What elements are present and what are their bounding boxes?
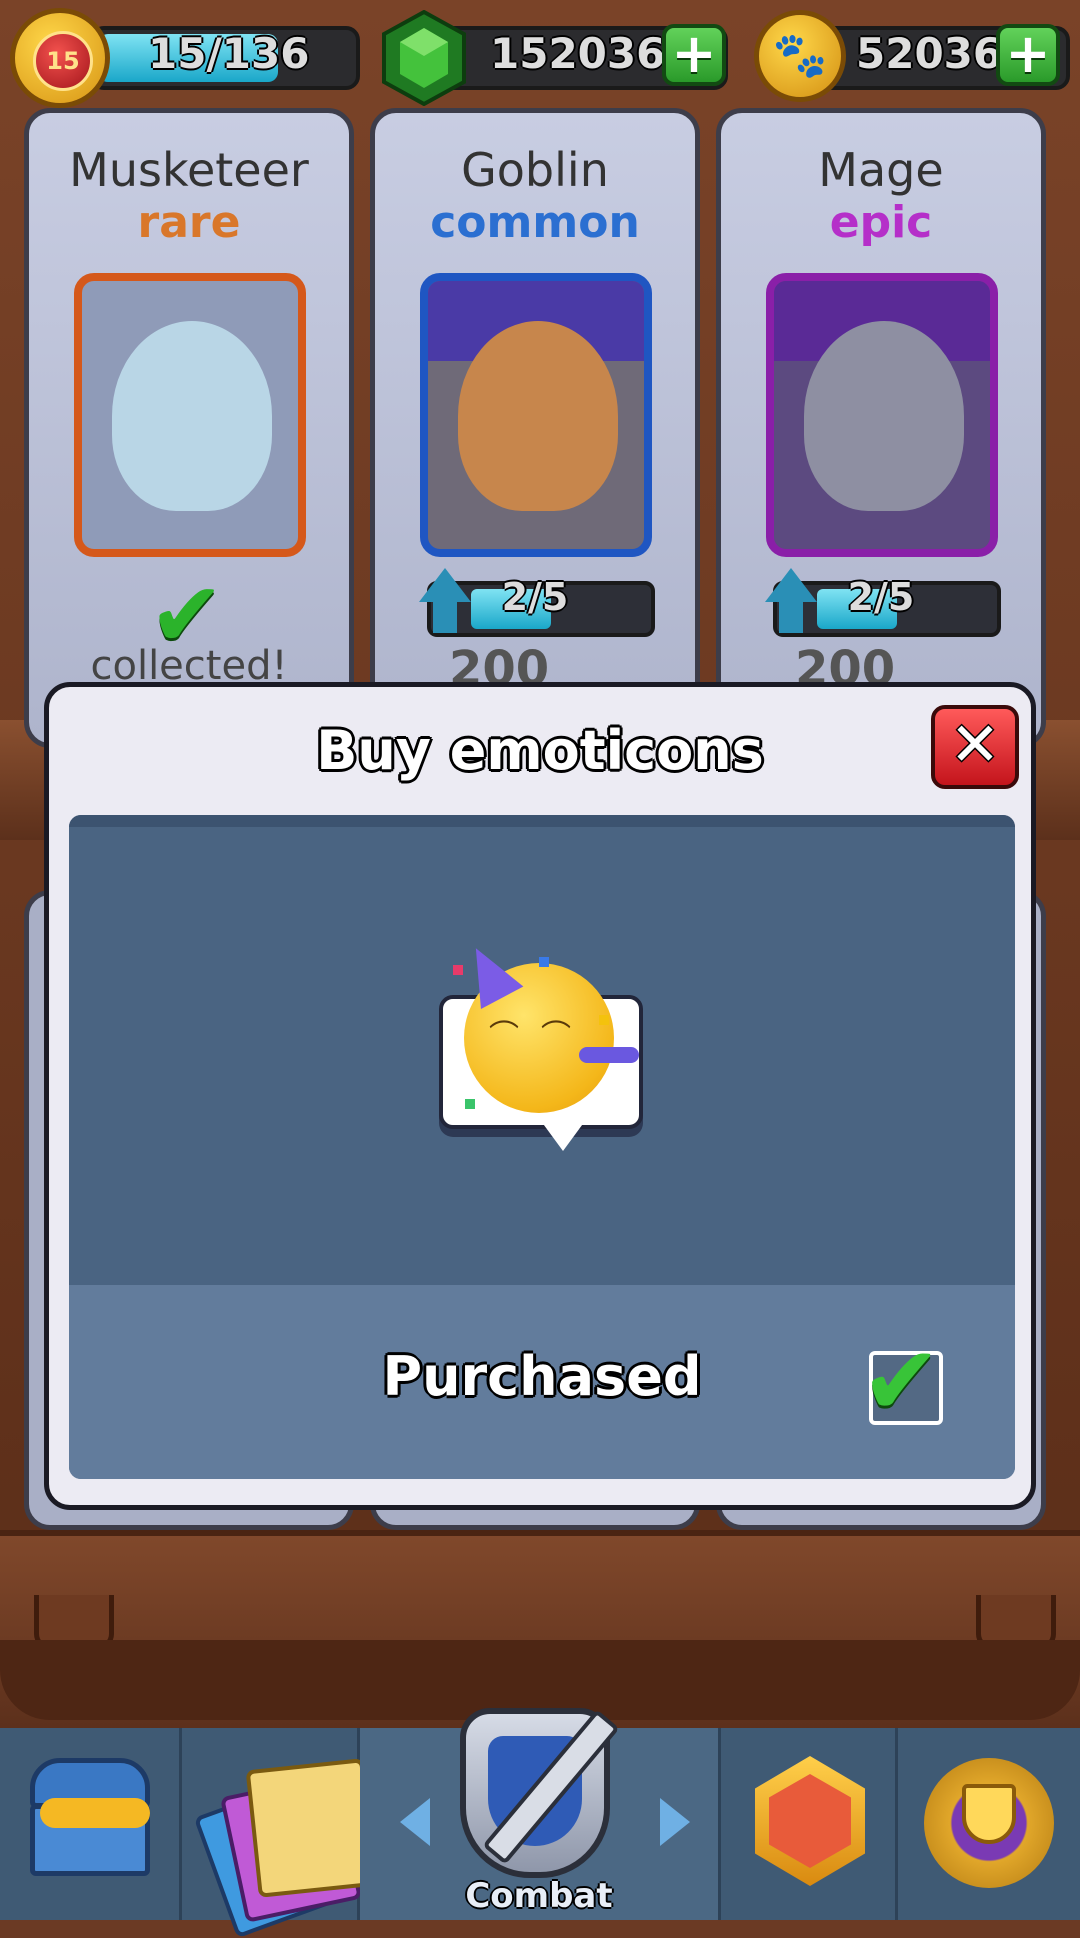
level-badge-icon[interactable]: 15 <box>10 8 110 108</box>
hero-card-musketeer[interactable]: Musketeer rare ✔ collected! <box>24 108 354 748</box>
gems-amount: 152036 <box>490 29 666 78</box>
tab-shop[interactable] <box>0 1728 182 1920</box>
upgrade-arrow-icon <box>765 568 817 602</box>
goblin-face-icon <box>458 321 618 511</box>
hero-rarity: epic <box>829 197 933 248</box>
gem-icon <box>382 10 466 106</box>
tab-leaderboard[interactable] <box>898 1728 1080 1920</box>
hero-name: Musketeer <box>69 143 309 197</box>
level-progress-text: 15/136 <box>148 29 310 78</box>
hero-name: Goblin <box>461 143 609 197</box>
add-gems-button[interactable]: + <box>662 24 726 86</box>
hero-portrait <box>74 273 306 557</box>
raccoon-face-icon <box>804 321 964 511</box>
bottom-nav: Combat <box>0 1708 1080 1938</box>
paw-coins-amount: 52036 <box>856 29 1003 78</box>
dialog-title: Buy emoticons <box>316 719 764 782</box>
upgrade-arrow-icon <box>419 568 471 602</box>
upgrade-arrow-stem <box>433 601 457 633</box>
closed-eyes-icon: ⌒⌒ <box>489 1019 593 1054</box>
level-number: 15 <box>33 31 93 91</box>
confetti-icon <box>599 1015 609 1025</box>
confetti-icon <box>539 957 549 967</box>
purchase-status-row: Purchased ✔ <box>69 1285 1015 1479</box>
hero-card-goblin[interactable]: Goblin common 2/5 200 <box>370 108 700 748</box>
paw-coin-icon: 🐾 <box>754 10 846 102</box>
hero-rarity: common <box>430 197 640 248</box>
confetti-icon <box>453 965 463 975</box>
hero-portrait <box>420 273 652 557</box>
hero-name: Mage <box>818 143 944 197</box>
tab-cards[interactable] <box>182 1728 377 1938</box>
dialog-body: ⌒⌒ Purchased ✔ <box>69 815 1015 1479</box>
emblem-icon <box>755 1756 865 1886</box>
upgrade-progress-text: 2/5 <box>847 575 915 619</box>
close-button[interactable]: ✕ <box>931 705 1019 789</box>
hero-portrait <box>766 273 998 557</box>
treasure-chest-icon <box>30 1758 150 1876</box>
hero-card-mage[interactable]: Mage epic 2/5 200 <box>716 108 1046 748</box>
confetti-icon <box>465 1099 475 1109</box>
body-shade <box>69 815 1015 827</box>
arrow-left-icon[interactable] <box>400 1798 430 1846</box>
add-paw-coins-button[interactable]: + <box>996 24 1060 86</box>
bubble-tail <box>541 1121 585 1151</box>
trophy-icon <box>924 1758 1054 1888</box>
shark-face-icon <box>112 321 272 511</box>
party-horn-icon <box>579 1047 639 1063</box>
upgrade-arrow-stem <box>779 601 803 633</box>
tab-combat-label: Combat <box>465 1876 613 1916</box>
buy-emoticons-dialog: Buy emoticons ✕ ⌒⌒ Purchased ✔ <box>44 682 1036 1510</box>
resource-bar: 15/136 15 152036 + 🐾 52036 + <box>0 0 1080 108</box>
check-icon: ✔ <box>861 1325 942 1437</box>
hero-rarity: rare <box>137 197 241 248</box>
tab-clan[interactable] <box>718 1728 898 1920</box>
upgrade-progress-text: 2/5 <box>501 575 569 619</box>
arrow-right-icon[interactable] <box>660 1798 690 1846</box>
